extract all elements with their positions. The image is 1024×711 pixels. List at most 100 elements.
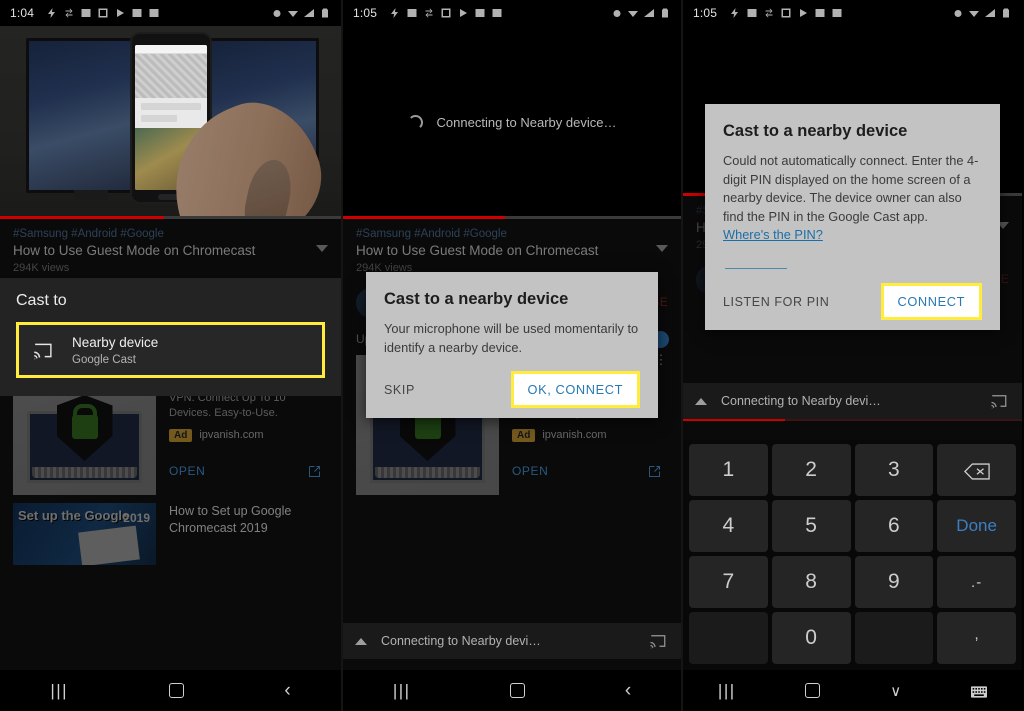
status-right-2 — [611, 7, 671, 19]
loading-spinner-icon — [407, 115, 423, 130]
connect-button[interactable]: CONNECT — [880, 283, 982, 321]
nearby-device-option[interactable]: Nearby device Google Cast — [16, 322, 325, 378]
skip-button[interactable]: SKIP — [384, 383, 415, 397]
home-icon[interactable] — [805, 683, 821, 698]
phone-screen-3: 1:05 #Samsung #Android #Google How to U — [683, 0, 1022, 711]
sync-icon — [63, 7, 75, 19]
next-video-row-1[interactable]: Set up the Google 2019 How to Set up Goo… — [0, 495, 341, 565]
key-6[interactable]: 6 — [854, 500, 934, 552]
key-1[interactable]: 1 — [689, 444, 768, 496]
numeric-keypad: 1 2 3 4 5 6 Done 7 8 9 .- 0 , — [683, 440, 1022, 670]
dialog-title-2: Cast to a nearby device — [384, 290, 569, 308]
screenshot-strip: 1:04 #Samsung #Android #Google How to Us… — [0, 0, 1024, 711]
back-icon[interactable]: ‹ — [625, 681, 631, 700]
ok-connect-button[interactable]: OK, CONNECT — [510, 371, 640, 409]
home-icon[interactable] — [510, 683, 526, 698]
key-backspace[interactable] — [937, 444, 1016, 496]
connecting-overlay: Connecting to Nearby device… — [343, 26, 681, 219]
book-icon-2 — [491, 7, 503, 19]
key-done[interactable]: Done — [937, 500, 1016, 552]
video-hashtags[interactable]: #Samsung #Android #Google — [13, 228, 328, 240]
listen-for-pin-button[interactable]: LISTEN FOR PIN — [723, 295, 829, 309]
screenshot-icon — [97, 7, 109, 19]
key-5[interactable]: 5 — [771, 500, 851, 552]
dialog-body-2: Your microphone will be used momentarily… — [384, 321, 639, 355]
recents-button[interactable]: ||| — [50, 681, 68, 701]
key-blank-left[interactable] — [689, 612, 768, 664]
status-time-3: 1:05 — [693, 6, 718, 20]
ad-open-button-2[interactable]: OPEN — [512, 464, 548, 478]
wheres-the-pin-link[interactable]: Where's the PIN? — [723, 227, 982, 242]
screenshot-icon — [440, 7, 452, 19]
key-dot-dash[interactable]: .- — [937, 556, 1016, 608]
sync-icon — [763, 7, 775, 19]
key-8[interactable]: 8 — [771, 556, 851, 608]
battery-icon — [319, 7, 331, 19]
recents-button[interactable]: ||| — [393, 681, 411, 701]
keyboard-icon[interactable] — [971, 685, 988, 698]
ad-badge: Ad — [169, 428, 193, 442]
status-bar-2: 1:05 — [343, 0, 681, 26]
play-icon — [797, 7, 809, 19]
chevron-up-icon[interactable] — [355, 637, 367, 645]
book-icon — [814, 7, 826, 19]
cast-to-sheet: Cast to Nearby device Google Cast — [0, 278, 341, 396]
battery-icon — [659, 7, 671, 19]
chevron-down-icon[interactable] — [316, 245, 328, 252]
key-comma[interactable]: , — [937, 612, 1016, 664]
video-title-2: How to Use Guest Mode on Chromecast — [356, 243, 599, 258]
next-video-title: How to Set up Google Chromecast 2019 — [169, 504, 292, 535]
status-right-3 — [952, 7, 1012, 19]
connecting-bar-text-2: Connecting to Nearby devi… — [381, 634, 541, 648]
cast-icon[interactable] — [988, 392, 1010, 410]
key-0[interactable]: 0 — [771, 612, 851, 664]
chevron-down-icon[interactable] — [656, 245, 668, 252]
key-7[interactable]: 7 — [689, 556, 768, 608]
status-left-3: 1:05 — [693, 6, 843, 20]
key-2[interactable]: 2 — [771, 444, 851, 496]
alarm-icon — [952, 7, 964, 19]
ad-open-button[interactable]: OPEN — [169, 464, 205, 478]
play-icon — [114, 7, 126, 19]
screenshot-icon — [780, 7, 792, 19]
status-left-2: 1:05 — [353, 6, 503, 20]
status-left-1: 1:04 — [10, 6, 160, 20]
nearby-device-subtitle: Google Cast — [72, 354, 136, 366]
back-icon[interactable]: ‹ — [284, 681, 290, 700]
ad-badge-2: Ad — [512, 428, 536, 442]
video-player-2[interactable]: Connecting to Nearby device… — [343, 26, 681, 219]
book-icon-2 — [148, 7, 160, 19]
image-icon — [406, 7, 418, 19]
mini-player-progress — [683, 419, 1022, 421]
connecting-bottom-bar-3[interactable]: Connecting to Nearby devi… — [683, 383, 1022, 419]
pin-input-field[interactable] — [725, 268, 787, 270]
key-blank-right[interactable] — [854, 612, 934, 664]
nav-bar-1: ||| ‹ — [0, 670, 341, 711]
connecting-bottom-bar-2[interactable]: Connecting to Nearby devi… — [343, 623, 681, 659]
signal-icon — [643, 7, 655, 19]
microphone-consent-dialog: Cast to a nearby device Your microphone … — [366, 272, 658, 419]
chevron-up-icon[interactable] — [695, 397, 707, 405]
key-9[interactable]: 9 — [854, 556, 934, 608]
alarm-icon — [271, 7, 283, 19]
wifi-off-icon — [287, 7, 299, 19]
status-bar-3: 1:05 — [683, 0, 1022, 26]
video-meta-1: #Samsung #Android #Google How to Use Gue… — [0, 219, 341, 280]
video-meta-2: #Samsung #Android #Google How to Use Gue… — [343, 219, 681, 280]
play-icon — [457, 7, 469, 19]
thumbnail-year: 2019 — [123, 511, 150, 525]
external-link-icon[interactable] — [307, 464, 322, 479]
key-3[interactable]: 3 — [854, 444, 934, 496]
recents-button[interactable]: ||| — [718, 681, 736, 701]
cast-icon[interactable] — [647, 632, 669, 650]
image-icon — [80, 7, 92, 19]
external-link-icon[interactable] — [647, 464, 662, 479]
next-video-thumbnail[interactable]: Set up the Google 2019 — [13, 503, 156, 565]
key-4[interactable]: 4 — [689, 500, 768, 552]
battery-icon — [1000, 7, 1012, 19]
video-hashtags-2[interactable]: #Samsung #Android #Google — [356, 228, 668, 240]
dialog-title-3: Cast to a nearby device — [723, 122, 908, 140]
hide-keyboard-icon[interactable]: ∨ — [890, 682, 901, 700]
home-icon[interactable] — [168, 683, 184, 698]
video-player-1[interactable] — [0, 26, 341, 219]
